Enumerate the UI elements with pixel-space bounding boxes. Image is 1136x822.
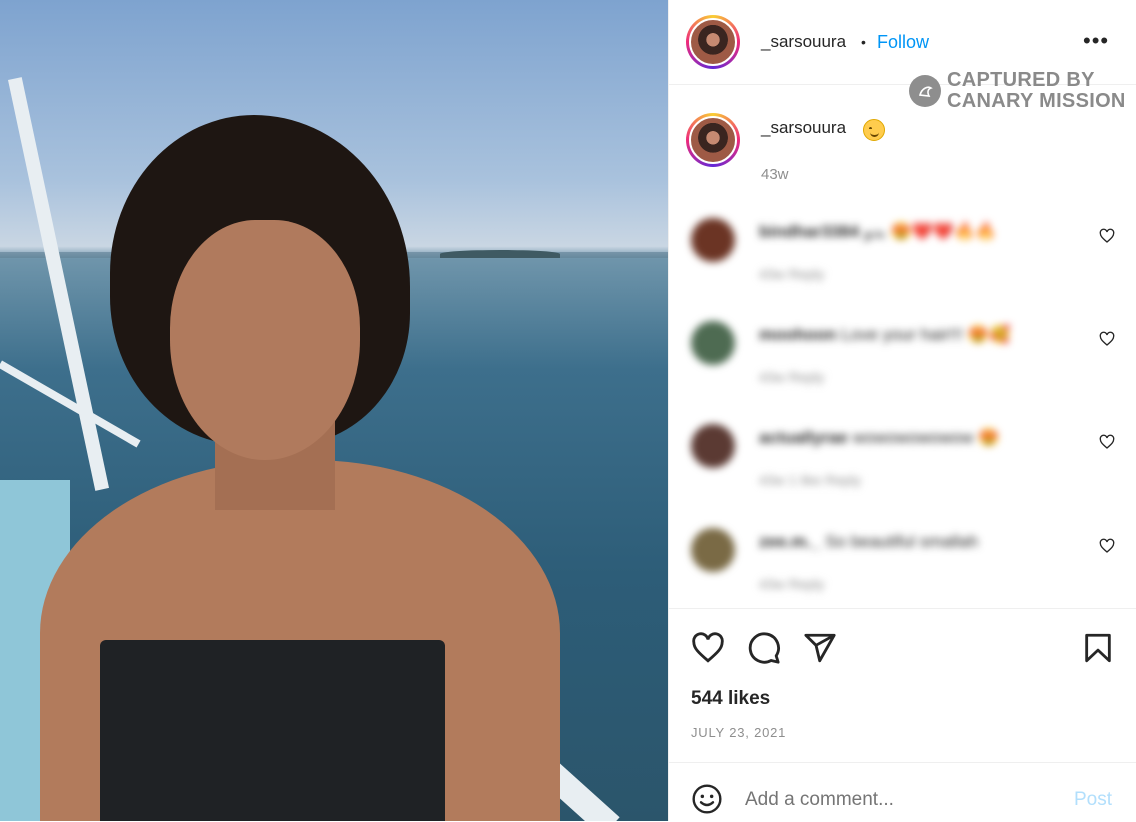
caption-avatar[interactable]	[686, 113, 740, 167]
comment-text: actuallyrae wowowowowow 😍	[759, 428, 1000, 447]
add-comment-bar: Post	[669, 762, 1136, 822]
header-username[interactable]: _sarsouura	[761, 32, 846, 52]
comment-text: bindhar3384 بدو 😍❤️❤️🔥🔥	[759, 222, 997, 241]
caption-username[interactable]: _sarsouura	[761, 118, 846, 138]
heart-icon[interactable]	[691, 631, 725, 665]
comment-text: zee.m._ So beautiful smallah	[759, 532, 979, 551]
more-options-icon[interactable]: •••	[1083, 28, 1109, 54]
watermark: CAPTURED BY CANARY MISSION	[909, 70, 1126, 112]
comment-item: moohoon Love your hair!!! 😍🥰 43w Reply	[689, 321, 1119, 401]
comment-avatar[interactable]	[691, 218, 735, 262]
header-avatar[interactable]	[686, 15, 740, 69]
comment-meta[interactable]: 43w Reply	[759, 576, 824, 592]
comment-avatar[interactable]	[691, 528, 735, 572]
boat-pole	[8, 77, 110, 491]
heart-icon[interactable]	[1099, 434, 1115, 450]
person-face	[170, 220, 360, 460]
share-icon[interactable]	[803, 631, 837, 665]
caption-time[interactable]: 43w	[761, 166, 789, 183]
person-top	[100, 640, 445, 821]
comment-item: actuallyrae wowowowowow 😍 43w 1 like Rep…	[689, 424, 1119, 504]
comment-item: bindhar3384 بدو 😍❤️❤️🔥🔥 43w Reply	[689, 218, 1119, 298]
post-date[interactable]: JULY 23, 2021	[691, 725, 786, 740]
bookmark-icon[interactable]	[1081, 631, 1115, 665]
comment-text: moohoon Love your hair!!! 😍🥰	[759, 325, 1011, 344]
comment-meta[interactable]: 43w 1 like Reply	[759, 472, 861, 488]
heart-icon[interactable]	[1099, 538, 1115, 554]
action-bar	[669, 608, 1136, 664]
follow-button[interactable]: Follow	[877, 32, 929, 53]
smiling-face-icon	[863, 119, 885, 141]
heart-icon[interactable]	[1099, 228, 1115, 244]
heart-icon[interactable]	[1099, 331, 1115, 347]
comment-meta[interactable]: 43w Reply	[759, 266, 824, 282]
comment-item: zee.m._ So beautiful smallah 43w Reply	[689, 528, 1119, 608]
post-button[interactable]: Post	[1074, 789, 1112, 811]
comment-input[interactable]	[745, 789, 1045, 811]
comment-avatar[interactable]	[691, 321, 735, 365]
island	[440, 250, 560, 258]
watermark-line2: CANARY MISSION	[947, 90, 1126, 112]
emoji-icon[interactable]	[691, 783, 723, 815]
watermark-line1: CAPTURED BY	[947, 69, 1095, 91]
header-separator: •	[861, 34, 866, 50]
comment-icon[interactable]	[747, 631, 781, 665]
comment-meta[interactable]: 43w Reply	[759, 369, 824, 385]
post-photo[interactable]	[0, 0, 668, 821]
canary-bird-icon	[909, 75, 941, 107]
likes-count[interactable]: 544 likes	[691, 688, 770, 710]
comment-avatar[interactable]	[691, 424, 735, 468]
post-side-panel: _sarsouura • Follow ••• CAPTURED BY CANA…	[668, 0, 1136, 821]
